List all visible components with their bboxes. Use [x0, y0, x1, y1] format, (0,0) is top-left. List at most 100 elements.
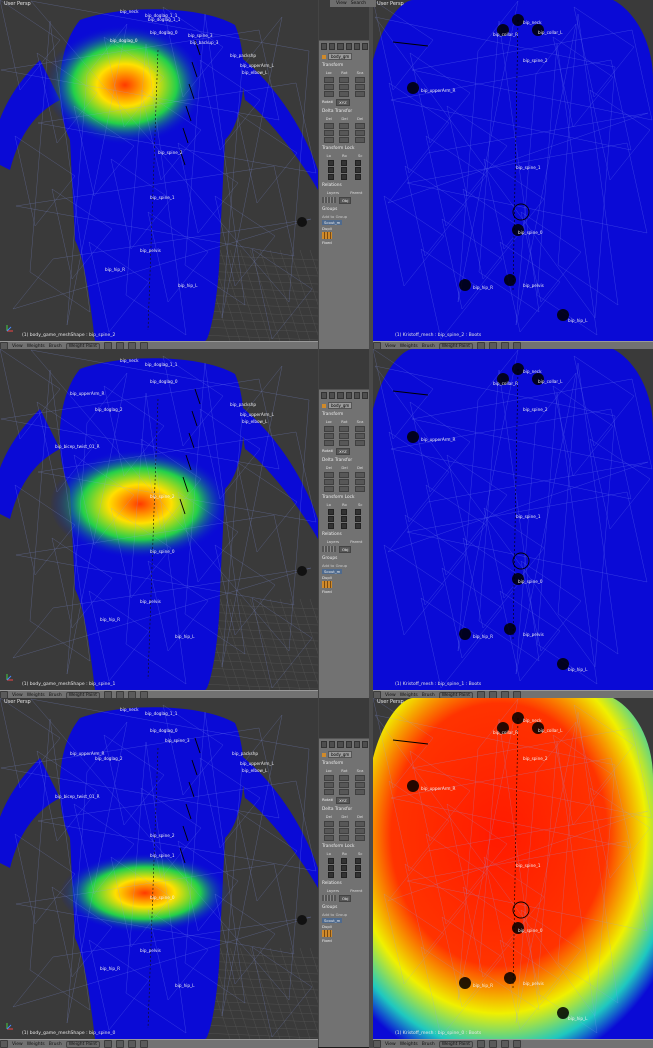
- object-name-field[interactable]: body_gm: [328, 53, 353, 60]
- view-menu[interactable]: View: [385, 693, 396, 698]
- dupli-layer-swatch[interactable]: [322, 581, 332, 588]
- properties-tabs[interactable]: [319, 390, 370, 401]
- transform-locks-section[interactable]: Transform Lock: [319, 493, 370, 501]
- groups-section[interactable]: Groups: [319, 205, 370, 213]
- weights-menu[interactable]: Weights: [400, 693, 418, 698]
- parent-type-select[interactable]: Obj: [339, 895, 352, 902]
- transform-locks-section[interactable]: Transform Lock: [319, 842, 370, 850]
- layers-icon[interactable]: [127, 1040, 136, 1048]
- layer-buttons[interactable]: [322, 895, 336, 901]
- relations-section[interactable]: Relations: [319, 181, 370, 189]
- properties-tabs[interactable]: [319, 739, 370, 750]
- group-name-field[interactable]: Scout_m: [322, 918, 343, 923]
- relations-section[interactable]: Relations: [319, 879, 370, 887]
- right-3d-viewport[interactable]: User Persp bip_neck bip_collar_R bip_collar…: [373, 698, 653, 1039]
- weights-menu[interactable]: Weights: [27, 1042, 45, 1047]
- view-menu[interactable]: View: [12, 344, 23, 349]
- delta-fields[interactable]: [319, 820, 370, 842]
- render-tab-icon[interactable]: [321, 43, 328, 50]
- brush-menu[interactable]: Brush: [49, 693, 62, 698]
- kristoff-mesh-weight-view[interactable]: [373, 0, 653, 341]
- transform-fields[interactable]: [319, 425, 370, 447]
- data-tab-icon[interactable]: [361, 43, 369, 50]
- layers-icon[interactable]: [500, 1040, 509, 1048]
- data-tab-icon[interactable]: [361, 741, 369, 748]
- weights-menu[interactable]: Weights: [400, 344, 418, 349]
- layer-buttons[interactable]: [322, 546, 336, 552]
- viewport-shading-icon[interactable]: [476, 1040, 485, 1048]
- render-icon[interactable]: [512, 1040, 521, 1048]
- rotation-mode-select[interactable]: XYZ: [336, 99, 350, 106]
- pivot-icon[interactable]: [488, 1040, 497, 1048]
- body-mesh-weight-view[interactable]: [0, 349, 318, 690]
- brush-menu[interactable]: Brush: [49, 344, 62, 349]
- dupli-layer-swatch[interactable]: [322, 232, 332, 239]
- object-tab-icon[interactable]: [345, 43, 352, 50]
- parent-type-select[interactable]: Obj: [339, 197, 352, 204]
- add-to-group-button[interactable]: Add to Group: [322, 912, 367, 917]
- transform-section[interactable]: Transform: [319, 759, 370, 767]
- modifier-tab-icon[interactable]: [353, 392, 360, 399]
- brush-menu[interactable]: Brush: [49, 1042, 62, 1047]
- render-icon[interactable]: [139, 1040, 148, 1048]
- rotation-mode-select[interactable]: XYZ: [336, 797, 350, 804]
- kristoff-mesh-weight-view[interactable]: [373, 349, 653, 690]
- view-menu[interactable]: View: [12, 1042, 23, 1047]
- lock-toggles[interactable]: [319, 159, 370, 181]
- modifier-tab-icon[interactable]: [353, 43, 360, 50]
- weights-menu[interactable]: Weights: [400, 1042, 418, 1047]
- mode-selector[interactable]: Weight Paint: [65, 1040, 100, 1048]
- layer-buttons[interactable]: [322, 197, 336, 203]
- weights-menu[interactable]: Weights: [27, 344, 45, 349]
- modifier-tab-icon[interactable]: [353, 741, 360, 748]
- right-3d-viewport[interactable]: bip_neck bip_collar_R bip_collar_L bip_spin…: [373, 349, 653, 690]
- delta-fields[interactable]: [319, 122, 370, 144]
- add-to-group-button[interactable]: Add to Group: [322, 214, 367, 219]
- groups-section[interactable]: Groups: [319, 554, 370, 562]
- render-tab-icon[interactable]: [321, 741, 328, 748]
- group-name-field[interactable]: Scout_m: [322, 220, 343, 225]
- viewport-shading-icon[interactable]: [103, 1040, 112, 1048]
- editor-type-icon[interactable]: [0, 1040, 8, 1048]
- delta-transform-section[interactable]: Delta Transfor: [319, 805, 370, 813]
- view-menu[interactable]: View: [336, 1, 347, 6]
- right-3d-viewport[interactable]: User Persp bip_neck bip_collar_R bip_collar…: [373, 0, 653, 341]
- render-tab-icon[interactable]: [321, 392, 328, 399]
- mode-selector[interactable]: Weight Paint: [438, 1040, 473, 1048]
- transform-section[interactable]: Transform: [319, 410, 370, 418]
- groups-section[interactable]: Groups: [319, 903, 370, 911]
- delta-fields[interactable]: [319, 471, 370, 493]
- pivot-icon[interactable]: [115, 1040, 124, 1048]
- add-to-group-button[interactable]: Add to Group: [322, 563, 367, 568]
- delta-transform-section[interactable]: Delta Transfor: [319, 456, 370, 464]
- body-mesh-weight-view[interactable]: [0, 698, 318, 1039]
- world-tab-icon[interactable]: [337, 741, 344, 748]
- search-menu[interactable]: Search: [351, 1, 366, 6]
- rotation-mode-select[interactable]: XYZ: [336, 448, 350, 455]
- transform-section[interactable]: Transform: [319, 61, 370, 69]
- scene-tab-icon[interactable]: [329, 43, 336, 50]
- body-mesh-weight-view[interactable]: [0, 0, 318, 341]
- delta-transform-section[interactable]: Delta Transfor: [319, 107, 370, 115]
- world-tab-icon[interactable]: [337, 392, 344, 399]
- view-menu[interactable]: View: [12, 693, 23, 698]
- left-3d-viewport[interactable]: bip_neck bip_doglag_1_1 bip_doglag_0 bip_do…: [0, 349, 318, 690]
- lock-toggles[interactable]: [319, 857, 370, 879]
- weights-menu[interactable]: Weights: [27, 693, 45, 698]
- group-name-field[interactable]: Scout_m: [322, 569, 343, 574]
- brush-menu[interactable]: Brush: [422, 344, 435, 349]
- view-menu[interactable]: View: [385, 1042, 396, 1047]
- parent-type-select[interactable]: Obj: [339, 546, 352, 553]
- object-name-field[interactable]: body_gm: [328, 402, 353, 409]
- transform-fields[interactable]: [319, 76, 370, 98]
- kristoff-mesh-weight-view[interactable]: [373, 698, 653, 1039]
- object-tab-icon[interactable]: [345, 392, 352, 399]
- transform-locks-section[interactable]: Transform Lock: [319, 144, 370, 152]
- object-tab-icon[interactable]: [345, 741, 352, 748]
- object-name-field[interactable]: body_gm: [328, 751, 353, 758]
- transform-fields[interactable]: [319, 774, 370, 796]
- world-tab-icon[interactable]: [337, 43, 344, 50]
- scene-tab-icon[interactable]: [329, 392, 336, 399]
- data-tab-icon[interactable]: [361, 392, 369, 399]
- dupli-layer-swatch[interactable]: [322, 930, 332, 937]
